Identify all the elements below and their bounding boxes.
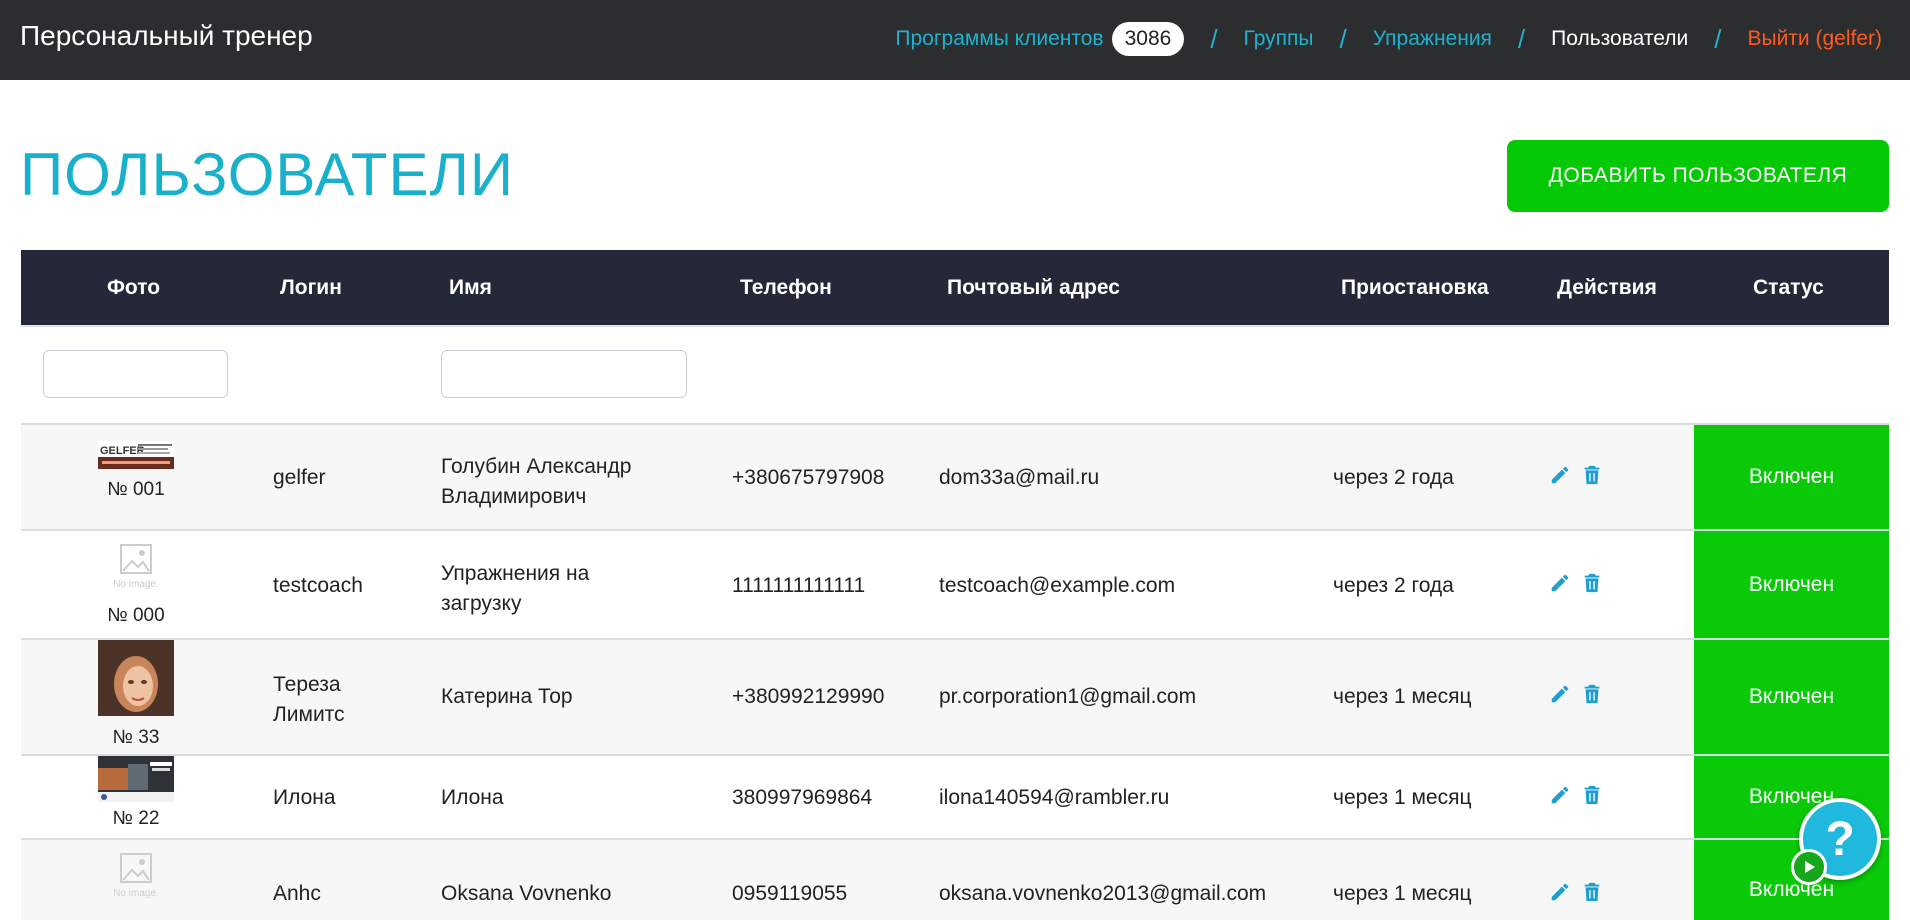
user-login: testcoach [273,574,363,597]
user-login: Anhc [273,882,321,905]
add-user-button[interactable]: ДОБАВИТЬ ПОЛЬЗОВАТЕЛЯ [1507,140,1889,212]
user-phone: 380997969864 [732,786,873,809]
trash-icon[interactable] [1581,571,1603,595]
col-header-photo[interactable]: Фото [107,276,160,300]
table-row[interactable]: No image. № 000 testcoach Упражнения на … [21,529,1889,638]
nav-users[interactable]: Пользователи [1551,27,1688,51]
trash-icon[interactable] [1581,463,1603,487]
edit-icon[interactable] [1549,571,1571,595]
user-number: № 33 [112,727,160,748]
user-email: testcoach@example.com [939,574,1176,597]
table-row[interactable]: № 22 Илона Илона 380997969864 ilona14059… [21,754,1889,838]
play-icon [1805,861,1815,873]
trash-icon[interactable] [1581,682,1603,706]
edit-icon[interactable] [1549,463,1571,487]
row-actions [1549,682,1603,706]
status-toggle[interactable]: Включен [1694,425,1889,529]
user-banner-photo [98,756,174,802]
page-title: ПОЛЬЗОВАТЕЛИ [20,141,514,208]
brand-title[interactable]: Персональный тренер [20,20,313,52]
table-header: Фото Логин Имя Телефон Почтовый адрес Пр… [21,250,1889,325]
user-name: Катерина Тор [441,685,573,708]
user-suspend: через 1 месяц [1333,786,1472,809]
nav-separator: / [1517,23,1526,54]
user-suspend: через 2 года [1333,466,1454,489]
col-header-actions: Действия [1557,276,1657,299]
row-actions [1549,463,1603,487]
col-header-login[interactable]: Логин [280,276,342,300]
table-row[interactable]: GELFER № 001 gelfer Голубин Александр Вл… [21,423,1889,529]
name-filter-input[interactable] [441,350,687,398]
main-nav: Программы клиентов 3086 / Группы / Упраж… [895,22,1882,56]
user-suspend: через 1 месяц [1333,685,1472,708]
user-suspend: через 1 месяц [1333,882,1472,905]
edit-icon[interactable] [1549,682,1571,706]
programs-count-badge: 3086 [1111,22,1185,56]
photo-filter-input[interactable] [43,350,228,398]
nav-client-programs[interactable]: Программы клиентов [895,27,1103,51]
col-header-name[interactable]: Имя [449,276,492,300]
col-header-status[interactable]: Статус [1753,276,1824,300]
user-phone: +380675797908 [732,466,885,489]
user-avatar-photo [98,640,174,716]
user-login: gelfer [273,466,326,489]
no-image-placeholder: No image. [113,544,159,590]
nav-exercises[interactable]: Упражнения [1373,27,1492,51]
user-phone: 0959119055 [732,882,848,905]
placeholder-text: No image. [113,579,159,590]
status-toggle[interactable]: Включен [1694,531,1889,638]
user-photo[interactable]: No image. [98,543,174,591]
nav-separator: / [1210,23,1218,54]
col-header-suspend[interactable]: Приостановка [1341,276,1489,300]
logo-text: GELFER [100,445,145,457]
nav-separator: / [1714,23,1722,54]
nav-separator: / [1339,23,1347,54]
users-table: Фото Логин Имя Телефон Почтовый адрес Пр… [21,250,1889,920]
user-photo[interactable] [98,640,174,716]
user-name: Упражнения на загрузку [441,562,590,615]
user-email: pr.corporation1@gmail.com [939,685,1197,708]
user-email: oksana.vovnenko2013@gmail.com [939,882,1267,905]
user-photo[interactable]: No image. [98,852,174,900]
table-row[interactable]: No image. Anhc Oksana Vovnenko 095911905… [21,838,1889,920]
user-number: № 001 [107,479,165,500]
row-actions [1549,571,1603,595]
user-suspend: через 2 года [1333,574,1454,597]
user-email: ilona140594@rambler.ru [939,786,1170,809]
row-actions [1549,880,1603,904]
logout-link[interactable]: Выйти (gelfer) [1747,27,1882,51]
user-phone: 1111111111111 [732,574,866,597]
nav-groups[interactable]: Группы [1244,27,1314,51]
gelfer-logo-image: GELFER [98,441,174,469]
status-toggle[interactable]: Включен [1694,640,1889,754]
edit-icon[interactable] [1549,783,1571,807]
user-number: № 000 [107,605,165,626]
top-navbar: Персональный тренер Программы клиентов 3… [0,0,1910,80]
col-header-phone[interactable]: Телефон [740,276,832,300]
no-image-placeholder: No image. [113,853,159,899]
user-name: Голубин Александр Владимирович [441,455,632,508]
filter-row [21,325,1889,423]
play-video-button[interactable] [1791,849,1827,885]
user-number: № 22 [112,808,160,829]
trash-icon[interactable] [1581,783,1603,807]
user-phone: +380992129990 [732,685,885,708]
user-name: Илона [441,786,504,809]
user-email: dom33a@mail.ru [939,466,1100,489]
user-name: Oksana Vovnenko [441,882,612,905]
user-photo[interactable]: GELFER [98,441,174,469]
user-login: Илона [273,786,336,809]
row-actions [1549,783,1603,807]
trash-icon[interactable] [1581,880,1603,904]
table-row[interactable]: № 33 Тереза Лимитс Катерина Тор +3809921… [21,638,1889,754]
edit-icon[interactable] [1549,880,1571,904]
user-login: Тереза Лимитс [273,673,345,726]
col-header-email[interactable]: Почтовый адрес [947,276,1120,300]
placeholder-text: No image. [113,888,159,899]
user-photo[interactable] [98,756,174,802]
